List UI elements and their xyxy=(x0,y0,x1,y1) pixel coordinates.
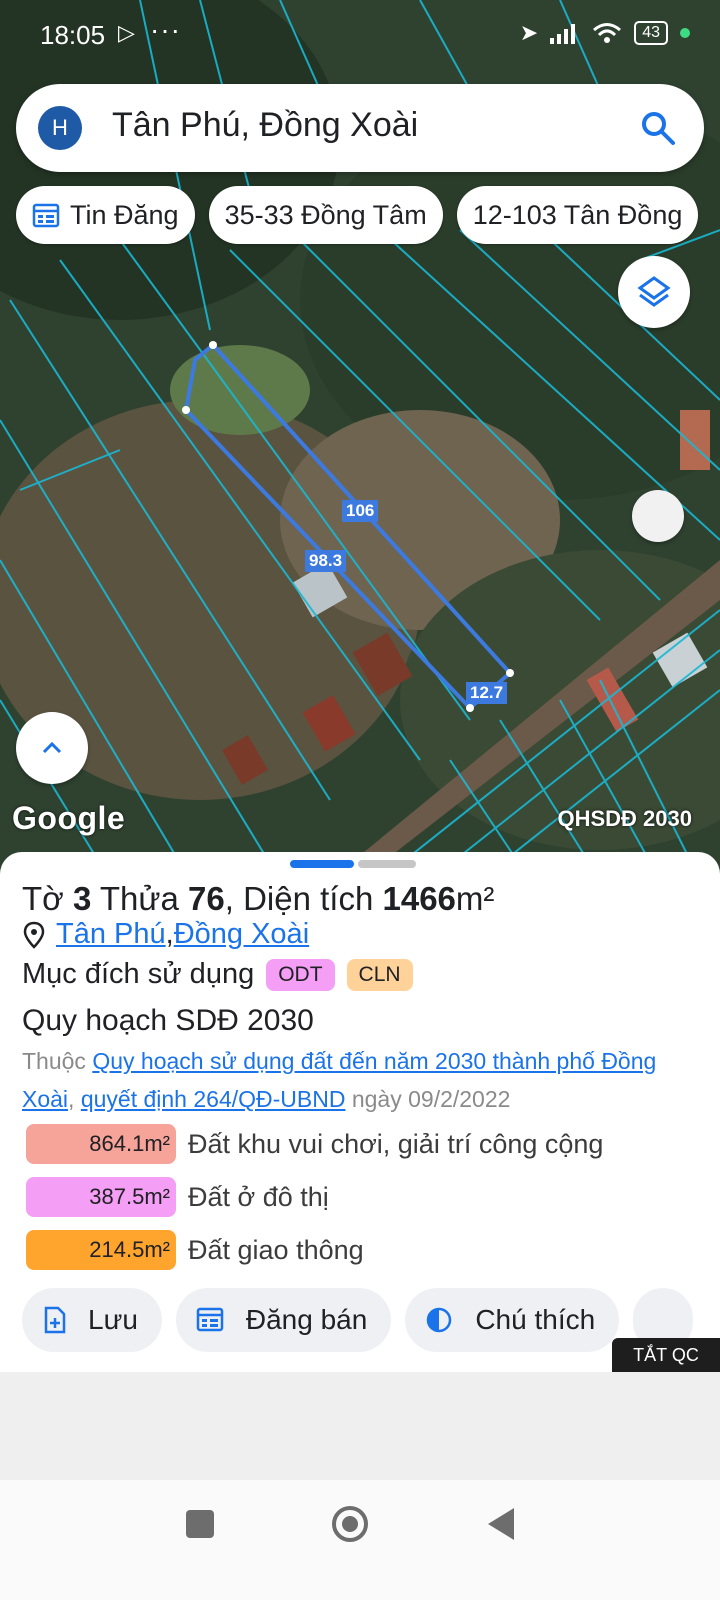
purpose-label: Mục đích sử dụng xyxy=(22,958,255,990)
legend-label: Chú thích xyxy=(475,1304,596,1335)
map-pin-icon xyxy=(23,921,45,949)
area-breakdown-row: 387.5m² Đất ở đô thị xyxy=(26,1177,329,1217)
area-value: 387.5m² xyxy=(26,1177,176,1217)
planning-layer-label: QHSDĐ 2030 xyxy=(557,806,692,831)
parcel-title: Tờ 3 Thửa 76, Diện tích 1466m² xyxy=(22,880,494,918)
layers-icon xyxy=(637,276,671,307)
chip-label: 12-103 Tân Đồng xyxy=(472,199,683,230)
wifi-icon xyxy=(593,23,622,43)
area-value: 864.1m² xyxy=(26,1124,176,1164)
post-label: Đăng bán xyxy=(245,1304,368,1335)
filter-chips: Tin Đăng 35-33 Đồng Tâm 12-103 Tân Đồng xyxy=(16,186,699,246)
sheet-prefix: Tờ xyxy=(22,880,73,917)
ad-banner-area xyxy=(0,1372,720,1480)
location-icon: ➤ xyxy=(519,20,539,45)
privacy-indicator-icon xyxy=(680,28,690,38)
system-nav-bar xyxy=(0,1480,720,1600)
desc-prefix: Thuộc xyxy=(22,1048,93,1074)
save-button[interactable]: Lưu xyxy=(22,1288,162,1352)
sheet-number: 3 xyxy=(72,880,92,917)
post-for-sale-button[interactable]: Đăng bán xyxy=(175,1288,392,1352)
decision-date: ngày 09/2/2022 xyxy=(345,1086,511,1112)
area-value: 214.5m² xyxy=(26,1230,176,1270)
chip-label: Tin Đăng xyxy=(70,199,179,230)
search-bar[interactable]: H Tân Phú, Đồng Xoài xyxy=(16,84,704,172)
chevron-up-icon xyxy=(42,741,62,754)
land-use-tag[interactable]: ODT xyxy=(266,958,335,991)
back-icon[interactable] xyxy=(488,1508,514,1540)
legend-button[interactable]: Chú thích xyxy=(405,1288,620,1352)
land-use-purpose: Mục đích sử dụng ODT CLN xyxy=(22,958,413,991)
plot-number: 76 xyxy=(188,880,225,917)
edge-length-label: 106 xyxy=(342,500,379,522)
battery-icon: 43 xyxy=(634,21,668,45)
sheet-page-indicator-active[interactable] xyxy=(290,860,354,868)
calendar-icon xyxy=(32,203,60,228)
play-store-icon: ▷ xyxy=(118,20,135,45)
plot-prefix: Thửa xyxy=(91,880,189,917)
search-query[interactable]: Tân Phú, Đồng Xoài xyxy=(112,106,418,145)
home-icon[interactable] xyxy=(332,1506,368,1542)
chip-listings[interactable]: Tin Đăng xyxy=(16,186,195,244)
map-drag-handle[interactable] xyxy=(632,490,684,542)
area-breakdown-row: 864.1m² Đất khu vui chơi, giải trí công … xyxy=(26,1124,603,1164)
area-prefix: , Diện tích xyxy=(224,880,383,917)
status-bar: 18:05 ▷ ··· ➤ 43 xyxy=(0,0,720,70)
layers-button[interactable] xyxy=(618,256,690,328)
recents-icon[interactable] xyxy=(186,1510,214,1538)
area-unit: m² xyxy=(455,880,495,917)
sheet-page-indicator[interactable] xyxy=(358,860,416,868)
ward-link[interactable]: Tân Phú xyxy=(56,918,166,951)
edge-length-label: 98.3 xyxy=(305,550,347,572)
expand-sheet-button[interactable] xyxy=(16,712,88,784)
contrast-icon xyxy=(427,1307,452,1333)
area-label: Đất giao thông xyxy=(188,1234,364,1265)
avatar[interactable]: H xyxy=(38,106,82,150)
chip-recent-place[interactable]: 12-103 Tân Đồng xyxy=(456,186,699,244)
area-label: Đất khu vui chơi, giải trí công cộng xyxy=(188,1128,604,1159)
action-bar: Lưu Đăng bán Chú thích xyxy=(22,1288,694,1352)
edge-length-label: 12.7 xyxy=(466,682,508,704)
land-use-tag[interactable]: CLN xyxy=(346,958,413,991)
area-value: 1466 xyxy=(382,880,456,917)
area-breakdown-row: 214.5m² Đất giao thông xyxy=(26,1230,364,1270)
chip-recent-place[interactable]: 35-33 Đồng Tâm xyxy=(208,186,443,244)
decision-link[interactable]: quyết định 264/QĐ-UBND xyxy=(81,1086,346,1112)
plan-description: Thuộc Quy hoạch sử dụng đất đến năm 2030… xyxy=(22,1042,702,1118)
separator: , xyxy=(68,1086,81,1112)
more-notifications-icon: ··· xyxy=(150,14,181,45)
search-icon[interactable] xyxy=(638,108,678,148)
parcel-location: Tân Phú, Đồng Xoài xyxy=(22,918,309,951)
chip-label: 35-33 Đồng Tâm xyxy=(224,199,427,230)
signal-icon xyxy=(550,24,576,44)
plan-title: Quy hoạch SDĐ 2030 xyxy=(22,1004,314,1037)
hide-ads-button[interactable]: TẮT QC xyxy=(612,1338,720,1372)
city-link[interactable]: Đồng Xoài xyxy=(174,918,309,951)
area-label: Đất ở đô thị xyxy=(188,1181,329,1212)
google-logo: Google xyxy=(12,800,126,836)
add-file-icon xyxy=(44,1306,66,1334)
separator: , xyxy=(165,918,174,950)
calendar-icon xyxy=(196,1307,224,1332)
save-label: Lưu xyxy=(88,1304,138,1335)
status-time: 18:05 xyxy=(40,20,106,50)
